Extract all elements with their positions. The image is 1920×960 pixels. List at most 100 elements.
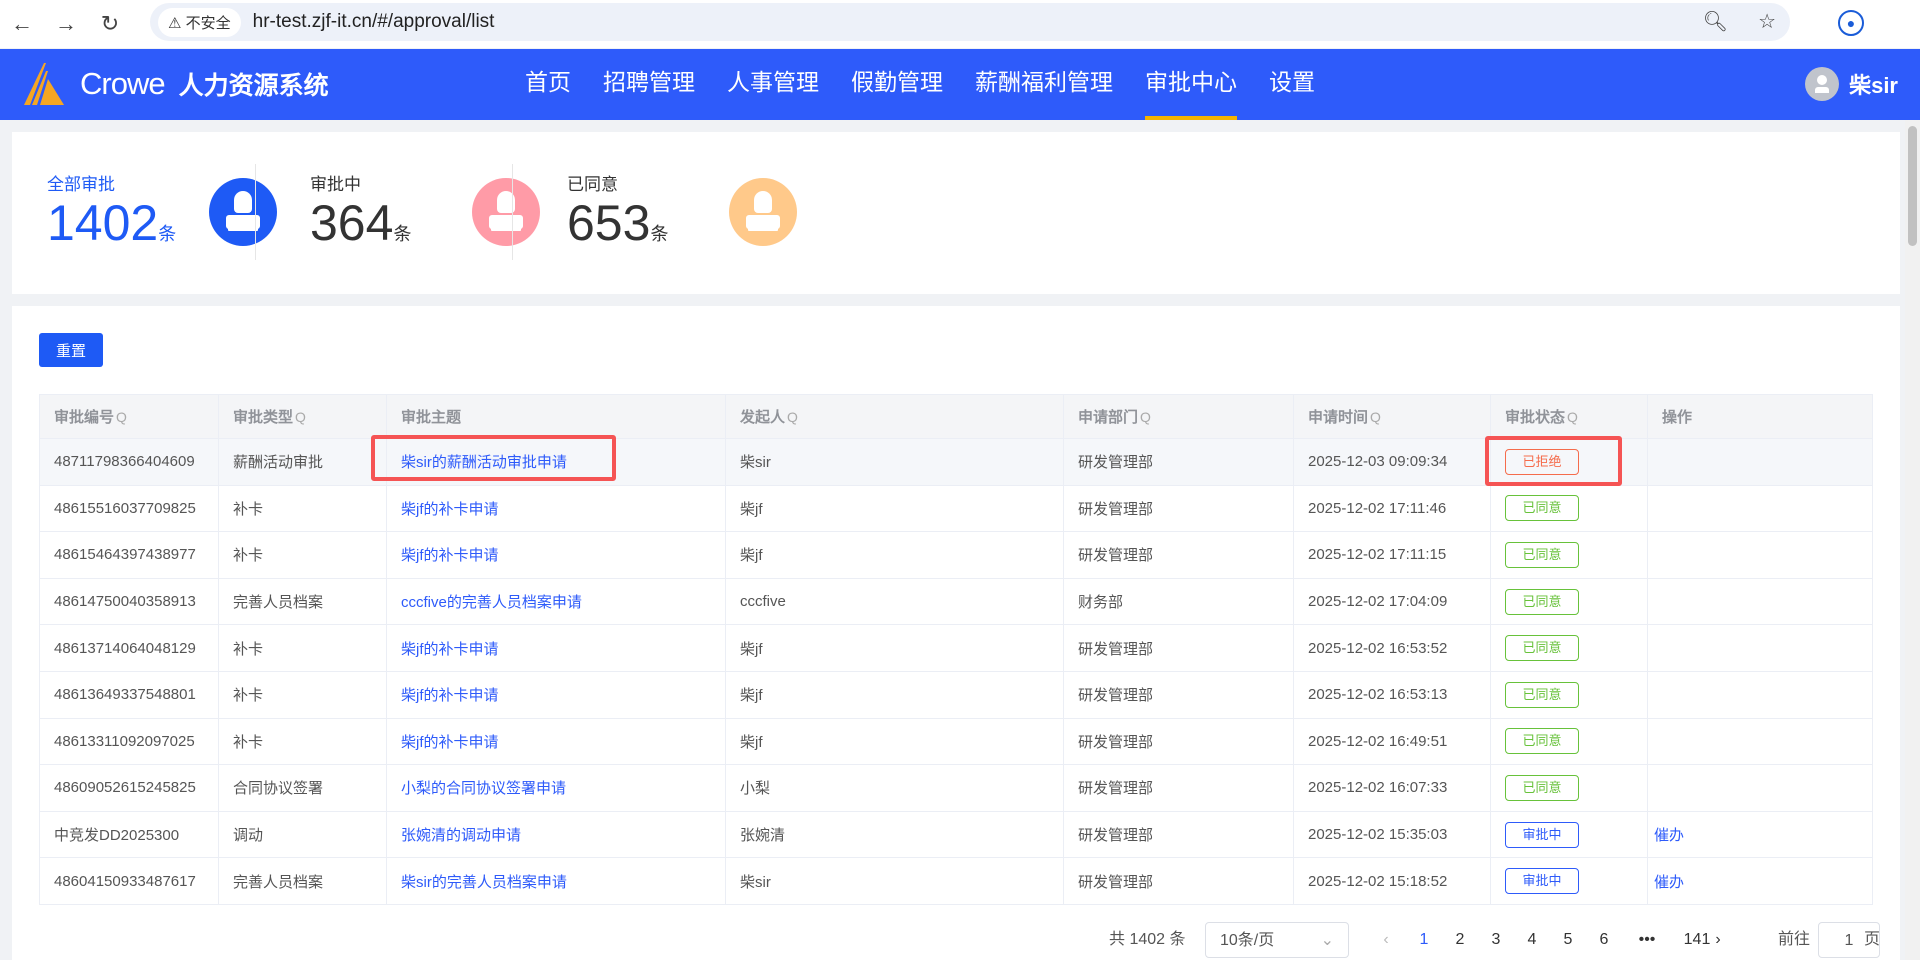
page-number[interactable]: 2	[1442, 922, 1478, 958]
user-menu[interactable]: 柴sir	[1805, 67, 1898, 101]
table-cell: 补卡	[218, 531, 387, 579]
subject-link[interactable]: 柴sir的薪酬活动审批申请	[401, 454, 567, 471]
table-cell: 2025-12-02 16:53:13	[1293, 670, 1491, 719]
url-text[interactable]: hr-test.zjf-it.cn/#/approval/list	[253, 11, 495, 33]
table-cell: 调动	[218, 810, 387, 859]
search-icon[interactable]: Q	[295, 409, 306, 425]
table-cell: 柴jf	[725, 717, 1064, 766]
pagination: 共 1402 条 10条/页 ⌄ ‹ 1 2 3 4 5 6 ••• 141 › 前往 1 页	[12, 922, 1900, 958]
reload-icon[interactable]: ↻	[88, 11, 132, 37]
table-cell: 催办	[1647, 810, 1873, 859]
nav-item[interactable]: 招聘管理	[603, 49, 695, 120]
status-badge: 已同意	[1505, 728, 1579, 755]
nav-item[interactable]: 审批中心	[1145, 49, 1237, 120]
profile-icon[interactable]: ●	[1838, 10, 1864, 36]
scrollbar-thumb[interactable]	[1908, 126, 1917, 246]
table-cell	[1647, 438, 1873, 486]
search-icon[interactable]: Q	[1370, 409, 1381, 425]
bookmark-star-icon[interactable]: ☆	[1758, 9, 1776, 34]
crowe-logo-icon	[24, 63, 64, 105]
table-cell: cccfive	[725, 577, 1064, 626]
table-row: 48613714064048129 补卡 柴jf的补卡申请 柴jf 研发管理部 2025-…	[39, 624, 1873, 672]
column-header: 审批状态 Q	[1490, 394, 1648, 439]
nav-item[interactable]: 设置	[1269, 49, 1315, 120]
stat-value: 364条	[310, 195, 610, 262]
page-size-select[interactable]: 10条/页 ⌄	[1205, 922, 1349, 958]
search-icon[interactable]: Q	[1140, 409, 1151, 425]
stamp-icon	[472, 178, 540, 246]
nav-item[interactable]: 薪酬福利管理	[975, 49, 1113, 120]
table-cell: 2025-12-03 09:09:34	[1293, 438, 1491, 486]
column-header: 发起人 Q	[725, 394, 1064, 439]
page-number[interactable]: 4	[1514, 922, 1550, 958]
subject-link[interactable]: cccfive的完善人员档案申请	[401, 594, 582, 611]
status-badge: 审批中	[1505, 821, 1579, 848]
forward-icon[interactable]: →	[44, 11, 88, 37]
address-bar[interactable]: ⚠ 不安全 hr-test.zjf-it.cn/#/approval/list …	[150, 3, 1790, 41]
table-cell: 补卡	[218, 624, 387, 672]
status-badge: 审批中	[1505, 868, 1579, 895]
page-number[interactable]: 5	[1550, 922, 1586, 958]
stat-card[interactable]: 全部审批 1402条	[47, 170, 347, 260]
table-cell: 已拒绝	[1490, 438, 1648, 486]
table-row: 48609052615245825 合同协议签署 小梨的合同协议签署申请 小梨 研发管理…	[39, 764, 1873, 812]
column-header: 申请时间 Q	[1293, 394, 1491, 439]
table-cell: 柴jf的补卡申请	[386, 624, 726, 672]
reset-button[interactable]: 重置	[39, 333, 103, 367]
system-name: 人力资源系统	[178, 72, 329, 100]
page-number[interactable]: 6	[1586, 922, 1622, 958]
stat-unit: 条	[393, 224, 412, 244]
subject-link[interactable]: 柴jf的补卡申请	[401, 687, 499, 704]
prev-page-button[interactable]: ‹	[1370, 922, 1402, 958]
security-indicator[interactable]: ⚠ 不安全	[158, 7, 241, 37]
subject-link[interactable]: 张婉清的调动申请	[401, 827, 521, 844]
subject-link[interactable]: 柴sir的完善人员档案申请	[401, 874, 567, 891]
nav-item[interactable]: 假勤管理	[851, 49, 943, 120]
zoom-icon[interactable]: 🔍︎	[1703, 9, 1728, 34]
urge-button[interactable]: 催办	[1654, 827, 1684, 844]
page-number[interactable]: 3	[1478, 922, 1514, 958]
back-icon[interactable]: ←	[0, 11, 44, 37]
logo[interactable]: Crowe 人力资源系统	[22, 63, 329, 105]
subject-link[interactable]: 柴jf的补卡申请	[401, 547, 499, 564]
table-cell: 审批中	[1490, 810, 1648, 859]
table-cell: 柴sir的薪酬活动审批申请	[386, 438, 726, 486]
table-cell: 48615516037709825	[39, 484, 219, 533]
table-cell: 研发管理部	[1063, 484, 1294, 533]
table-cell: 完善人员档案	[218, 857, 387, 905]
table-cell	[1647, 484, 1873, 533]
next-page-button[interactable]: ›	[1702, 922, 1734, 958]
table-cell: 已同意	[1490, 624, 1648, 672]
goto-page-value: 1	[1844, 932, 1854, 949]
table-row: 中竞发DD2025300 调动 张婉清的调动申请 张婉清 研发管理部 2025-12-02…	[39, 810, 1873, 859]
table-cell: 48711798366404609	[39, 438, 219, 486]
page-number[interactable]: •••	[1622, 922, 1672, 958]
nav-item[interactable]: 首页	[525, 49, 571, 120]
subject-link[interactable]: 柴jf的补卡申请	[401, 641, 499, 658]
table-cell: 2025-12-02 17:04:09	[1293, 577, 1491, 626]
table-cell: 柴sir的完善人员档案申请	[386, 857, 726, 905]
search-icon[interactable]: Q	[1567, 409, 1578, 425]
column-header: 申请部门 Q	[1063, 394, 1294, 439]
page-scrollbar[interactable]	[1905, 120, 1920, 960]
page-number[interactable]: 1	[1406, 922, 1442, 958]
table-cell: 张婉清	[725, 810, 1064, 859]
subject-link[interactable]: 柴jf的补卡申请	[401, 501, 499, 518]
search-icon[interactable]: Q	[787, 409, 798, 425]
app-header: Crowe 人力资源系统 首页 招聘管理 人事管理 假勤管理 薪酬福利管理 审批中心 设置 …	[0, 49, 1920, 120]
stat-unit: 条	[158, 224, 177, 244]
nav-item[interactable]: 人事管理	[727, 49, 819, 120]
table-cell	[1647, 624, 1873, 672]
stat-label: 全部审批	[47, 175, 115, 194]
subject-link[interactable]: 小梨的合同协议签署申请	[401, 780, 566, 797]
stat-card[interactable]: 审批中 364条	[310, 170, 610, 260]
subject-link[interactable]: 柴jf的补卡申请	[401, 734, 499, 751]
urge-button[interactable]: 催办	[1654, 874, 1684, 891]
chevron-down-icon: ⌄	[1320, 932, 1334, 949]
table-cell: 2025-12-02 15:35:03	[1293, 810, 1491, 859]
table-cell: 已同意	[1490, 764, 1648, 812]
table-cell	[1647, 577, 1873, 626]
search-icon[interactable]: Q	[116, 409, 127, 425]
table-cell: 补卡	[218, 484, 387, 533]
stat-card[interactable]: 已同意 653条	[567, 170, 867, 260]
